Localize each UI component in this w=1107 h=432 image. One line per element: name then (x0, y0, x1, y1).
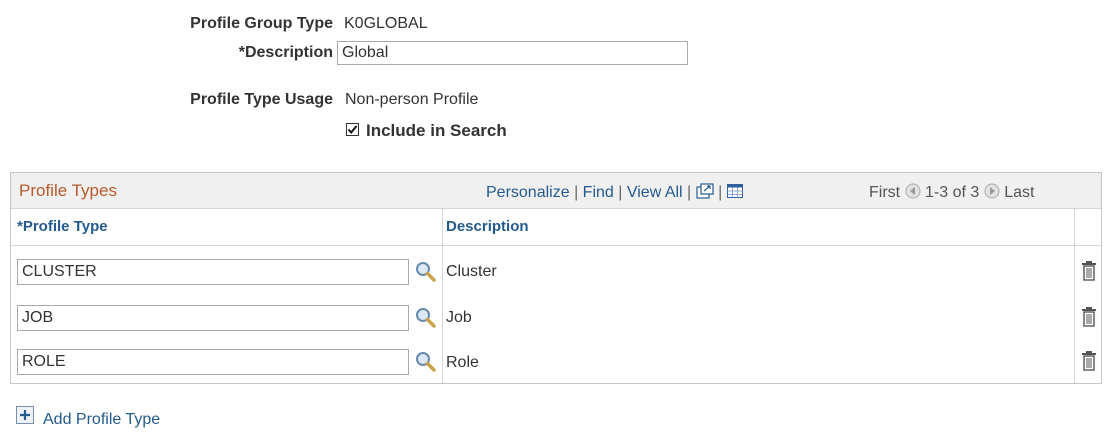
grid-toolbar: Personalize | Find | View All | | (486, 183, 743, 204)
arrow-right-icon[interactable] (984, 183, 1000, 204)
view-all-link[interactable]: View All (627, 184, 683, 201)
description-cell: Job (446, 309, 472, 326)
profile-group-type-value: K0GLOBAL (344, 15, 428, 32)
magnifier-icon[interactable] (415, 351, 437, 378)
toolbar-separator: | (718, 184, 723, 201)
toolbar-separator: | (618, 184, 623, 201)
profile-type-usage-label: Profile Type Usage (190, 91, 333, 108)
plus-icon[interactable] (16, 406, 34, 429)
description-label: *Description (238, 44, 333, 61)
arrow-left-icon[interactable] (905, 183, 921, 204)
profile-type-usage-value: Non-person Profile (345, 91, 479, 108)
description-cell: Role (446, 354, 479, 371)
magnifier-icon[interactable] (415, 261, 437, 288)
toolbar-separator: | (574, 184, 579, 201)
description-cell: Cluster (446, 263, 497, 280)
toolbar-separator: | (687, 184, 692, 201)
find-link[interactable]: Find (583, 184, 614, 201)
page-range: 1-3 of 3 (925, 184, 980, 201)
personalize-link[interactable]: Personalize (486, 184, 570, 201)
description-field[interactable]: Global (337, 41, 688, 65)
trash-icon[interactable] (1081, 306, 1097, 333)
magnifier-icon[interactable] (415, 307, 437, 334)
first-label: First (869, 184, 901, 201)
profile-types-grid: Profile Types Personalize | Find | View … (10, 172, 1102, 384)
grid-pager: First 1-3 of 3 Last (869, 183, 1034, 204)
trash-icon[interactable] (1081, 260, 1097, 287)
last-label: Last (1004, 184, 1035, 201)
profile-type-input[interactable]: CLUSTER (17, 259, 409, 285)
column-header-description[interactable]: Description (446, 209, 529, 245)
new-window-icon[interactable] (696, 183, 714, 204)
profile-type-input[interactable]: ROLE (17, 349, 409, 375)
grid-divider (11, 245, 1101, 246)
grid-header: Profile Types Personalize | Find | View … (11, 173, 1101, 209)
profile-group-type-label: Profile Group Type (190, 15, 333, 32)
grid-title: Profile Types (19, 181, 117, 200)
checkmark-icon (347, 125, 358, 135)
include-in-search-label: Include in Search (366, 121, 507, 140)
profile-type-input[interactable]: JOB (17, 305, 409, 331)
column-header-profile-type[interactable]: *Profile Type (17, 209, 108, 245)
add-profile-type-link[interactable]: Add Profile Type (43, 411, 160, 429)
include-in-search-checkbox[interactable] (346, 123, 359, 136)
grid-divider (442, 209, 443, 383)
grid-divider (1074, 209, 1075, 383)
trash-icon[interactable] (1081, 350, 1097, 377)
spreadsheet-icon[interactable] (726, 184, 743, 203)
